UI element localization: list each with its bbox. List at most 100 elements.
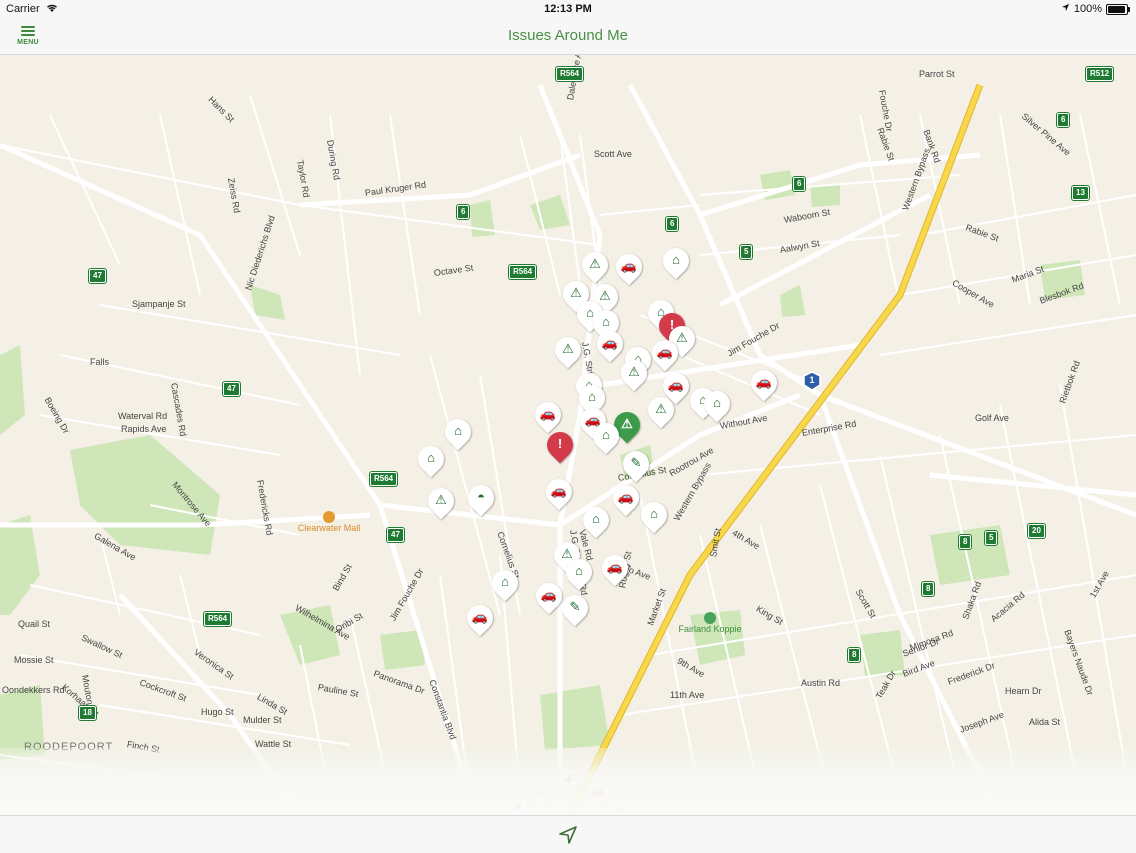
issue-pin[interactable]: ⌂ [486, 564, 524, 604]
hat-icon: ◓ [477, 489, 485, 504]
issue-pin[interactable]: ⌂ [635, 496, 673, 536]
issue-pin[interactable]: 🚗 [646, 334, 684, 374]
page-title: Issues Around Me [507, 27, 629, 44]
location-services-icon [1061, 3, 1070, 15]
route-badge: 6 [1057, 113, 1070, 127]
house-icon: ⌂ [602, 427, 610, 442]
status-bar: Carrier 12:13 PM 100% [0, 0, 1136, 18]
route-badge: R564 [556, 67, 584, 81]
issue-pin[interactable]: ⌂ [657, 242, 695, 282]
issue-pin[interactable]: ⌂ [412, 440, 450, 480]
park-icon [704, 612, 716, 624]
street-label: Golf Ave [975, 413, 1009, 423]
vehicle-icon: 🚗 [620, 258, 638, 273]
vehicle-icon: 🚗 [471, 609, 489, 624]
street-label: Hearn Dr [1005, 686, 1042, 696]
wrench-icon: ✎ [630, 455, 642, 470]
vehicle-icon: 🚗 [539, 406, 557, 421]
issue-pin[interactable]: ◓ [462, 479, 500, 519]
route-badge: 5 [985, 531, 998, 545]
house-icon: ⌂ [575, 563, 583, 578]
route-badge: 6 [457, 205, 470, 219]
street-label: Alida St [1029, 717, 1061, 727]
route-badge: 6 [793, 177, 806, 191]
location-arrow-icon [559, 826, 577, 844]
issue-pin[interactable]: 🚗 [591, 325, 629, 365]
issue-pin[interactable]: ⌂ [560, 553, 598, 593]
vehicle-icon: 🚗 [550, 483, 568, 498]
vehicle-icon: 🚗 [617, 489, 635, 504]
poi-clearwater-mall[interactable]: Clearwater Mall [297, 511, 361, 533]
route-badge: 47 [387, 528, 404, 542]
route-badge: 20 [1028, 524, 1045, 538]
battery-icon [1106, 3, 1130, 15]
route-badge: 8 [922, 582, 935, 596]
street-label: Hugo St [201, 707, 234, 717]
issue-pin[interactable]: 🚗 [530, 577, 568, 617]
route-badge: R564 [509, 265, 537, 279]
clock: 12:13 PM [544, 3, 592, 15]
house-icon: ⌂ [588, 389, 596, 404]
route-badge: R564 [204, 612, 232, 626]
issue-pin[interactable]: ⚠ [549, 331, 587, 371]
issue-pin[interactable]: ⌂ [587, 417, 625, 457]
navigation-bar: MENU Issues Around Me [0, 18, 1136, 55]
vehicle-icon: 🚗 [656, 344, 674, 359]
warning-icon: ⚠ [435, 492, 447, 507]
national-route-shield: 1 [803, 371, 821, 391]
street-label: Waterval Rd [118, 411, 168, 421]
vehicle-icon: 🚗 [606, 559, 624, 574]
route-badge: 8 [848, 648, 861, 662]
house-icon: ⌂ [713, 395, 721, 410]
issue-pin[interactable]: 🚗 [745, 364, 783, 404]
issue-pin[interactable]: ⌂ [439, 413, 477, 453]
blurred-map-overlay [0, 748, 1136, 815]
map-view[interactable]: Paul Kruger Rd Scott Ave Octave St Nic Died… [0, 55, 1136, 815]
poi-fairland-koppie[interactable]: Fairland Koppie [670, 612, 750, 634]
issue-pin[interactable]: ⌂ [577, 501, 615, 541]
vehicle-icon: 🚗 [601, 335, 619, 350]
house-icon: ⌂ [602, 314, 610, 329]
house-icon: ⌂ [427, 450, 435, 465]
current-location-button[interactable] [557, 824, 579, 846]
route-badge: 5 [740, 245, 753, 259]
issue-pin[interactable]: 🚗 [461, 599, 499, 639]
wrench-icon: ✎ [569, 599, 581, 614]
issue-pin[interactable]: ✎ [617, 445, 655, 485]
street-label: Parrot St [919, 69, 955, 79]
street-label: Sjampanje St [132, 299, 186, 309]
vehicle-icon: 🚗 [755, 374, 773, 389]
route-badge: 6 [666, 217, 679, 231]
issue-pin[interactable]: ⚠ [422, 482, 460, 522]
street-label: Mossie St [14, 655, 54, 665]
poi-label: Clearwater Mall [297, 523, 361, 533]
street-label: Falls [90, 357, 110, 367]
vehicle-icon: 🚗 [667, 377, 685, 392]
route-badge: 13 [1072, 186, 1089, 200]
issue-pin[interactable]: 🚗 [540, 473, 578, 513]
issue-pin[interactable]: ⚠ [615, 354, 653, 394]
house-icon: ⌂ [501, 574, 509, 589]
battery-percent: 100% [1073, 3, 1102, 15]
street-label: Austin Rd [801, 678, 841, 688]
route-badge: 8 [959, 535, 972, 549]
route-badge: 18 [79, 706, 96, 720]
vehicle-icon: 🚗 [540, 587, 558, 602]
issue-pin[interactable]: 🚗 [596, 549, 634, 589]
warning-icon: ⚠ [628, 364, 640, 379]
bottom-toolbar [0, 815, 1136, 853]
house-icon: ⌂ [454, 423, 462, 438]
street-label: Mulder St [243, 715, 282, 725]
issue-pin[interactable]: ! [541, 426, 579, 466]
national-route-number: 1 [809, 375, 815, 385]
battery-group: 100% [1061, 3, 1130, 15]
issue-pin[interactable]: ⌂ [698, 385, 736, 425]
issue-pin[interactable]: 🚗 [610, 248, 648, 288]
issue-pin[interactable]: ✎ [556, 589, 594, 629]
house-icon: ⌂ [592, 511, 600, 526]
issue-pin[interactable]: 🚗 [657, 367, 695, 407]
street-label: Scott Ave [594, 149, 632, 159]
issue-pin[interactable]: 🚗 [607, 479, 645, 519]
route-badge: 47 [89, 269, 106, 283]
park-label: Fairland Koppie [678, 624, 742, 634]
